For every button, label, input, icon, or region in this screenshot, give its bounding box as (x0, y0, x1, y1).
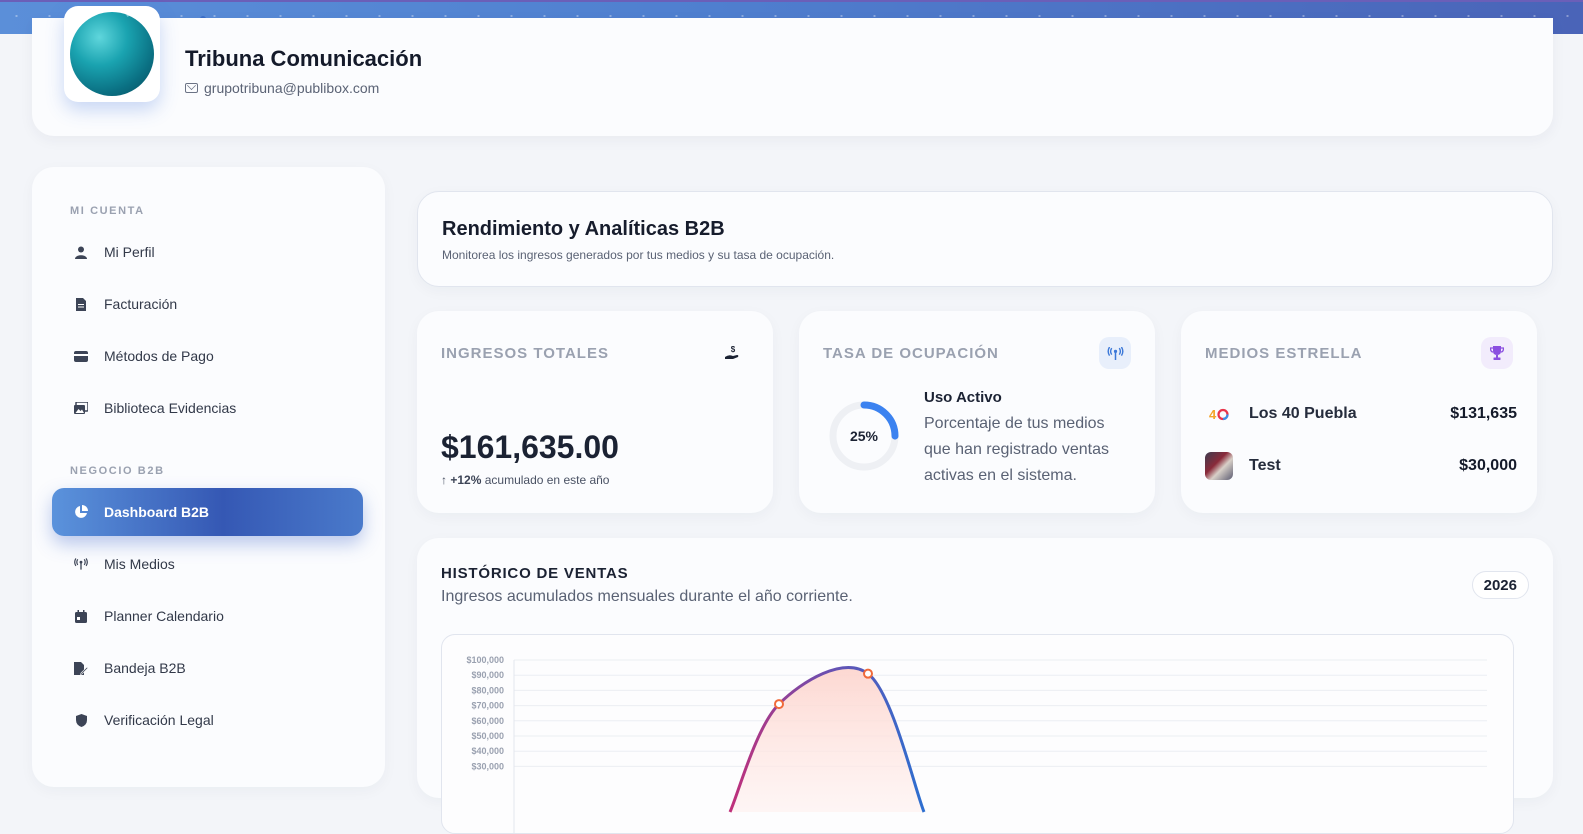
mail-icon (185, 83, 198, 93)
sales-history-card: HISTÓRICO DE VENTAS Ingresos acumulados … (417, 538, 1553, 834)
document-icon (74, 297, 88, 311)
sales-point (774, 699, 784, 710)
y-tick-label: $90,000 (471, 670, 504, 680)
star-media-card: MEDIOS ESTRELLA 4 Los 40 Puebla $131,635… (1181, 311, 1537, 513)
sales-title: HISTÓRICO DE VENTAS (441, 565, 629, 582)
hand-money-icon: $ (717, 337, 749, 369)
sidebar-item-bandeja[interactable]: Bandeja B2B (52, 644, 363, 692)
section-negocio-b2b: NEGOCIO B2B (70, 465, 165, 477)
brand-email: grupotribuna@publibox.com (185, 80, 379, 96)
sidebar-item-label: Dashboard B2B (104, 504, 210, 520)
y-tick-label: $80,000 (471, 685, 504, 695)
occupancy-title: TASA DE OCUPACIÓN (823, 345, 999, 362)
sidebar-item-dashboard-b2b[interactable]: Dashboard B2B (52, 488, 363, 536)
income-amount: $161,635.00 (441, 429, 619, 465)
sidebar-item-facturacion[interactable]: Facturación (52, 280, 363, 328)
sales-area-fill (730, 667, 924, 812)
arrow-up-icon: ↑ (441, 473, 447, 487)
sidebar-item-label: Facturación (104, 296, 178, 312)
broadcast-icon (1099, 337, 1131, 369)
sidebar-item-mi-perfil[interactable]: Mi Perfil (52, 228, 363, 276)
year-selector[interactable]: 2026 (1471, 571, 1529, 599)
credit-card-icon (74, 349, 88, 363)
income-card: INGRESOS TOTALES $ $161,635.00 ↑ +12% ac… (417, 311, 773, 513)
income-title: INGRESOS TOTALES (441, 345, 609, 362)
occupancy-description: Porcentaje de tus medios que han registr… (924, 415, 1110, 484)
sidebar-item-metodos-pago[interactable]: Métodos de Pago (52, 332, 363, 380)
sidebar-item-label: Planner Calendario (104, 608, 224, 624)
page-subtitle: Monitorea los ingresos generados por tus… (442, 248, 835, 262)
star-media-row[interactable]: Test $30,000 (1205, 448, 1517, 484)
banner-dots (0, 15, 1583, 17)
star-media-value: $131,635 (1450, 405, 1517, 422)
occupancy-subtitle: Uso Activo (924, 389, 1002, 406)
star-media-name: Los 40 Puebla (1249, 405, 1357, 422)
occupancy-card: TASA DE OCUPACIÓN 25% Uso Activo Porcent… (799, 311, 1155, 513)
email-text: grupotribuna@publibox.com (204, 80, 380, 96)
brand-name: Tribuna Comunicación (185, 46, 423, 71)
occupancy-donut: 25% (827, 399, 901, 473)
sidebar-item-label: Métodos de Pago (104, 348, 214, 364)
sidebar-item-label: Bandeja B2B (104, 660, 186, 676)
sidebar-item-label: Mis Medios (104, 556, 175, 572)
y-tick-label: $60,000 (471, 716, 504, 726)
svg-text:4: 4 (1209, 407, 1217, 421)
images-icon (74, 401, 88, 415)
los40-logo-icon: 4 (1205, 400, 1233, 428)
star-media-value: $30,000 (1459, 457, 1517, 474)
sales-chart: $100,000 $90,000 $80,000 $70,000 $60,000 $50,… (441, 634, 1514, 834)
sidebar-item-label: Mi Perfil (104, 244, 155, 260)
trophy-icon (1481, 337, 1513, 369)
test-media-thumbnail (1205, 452, 1233, 480)
star-media-name: Test (1249, 457, 1281, 474)
sidebar: MI CUENTA Mi Perfil Facturación Métodos … (32, 167, 385, 787)
y-tick-label: $30,000 (471, 761, 504, 771)
star-media-row[interactable]: 4 Los 40 Puebla $131,635 (1205, 396, 1517, 432)
y-tick-label: $70,000 (471, 701, 504, 711)
y-tick-label: $50,000 (471, 731, 504, 741)
page-title: Rendimiento y Analíticas B2B (442, 218, 725, 240)
income-growth: ↑ +12% acumulado en este año (441, 473, 609, 487)
calendar-icon (74, 609, 88, 623)
profile-card (32, 18, 1553, 136)
edit-document-icon (74, 661, 88, 675)
user-icon (74, 245, 88, 259)
sidebar-item-planner[interactable]: Planner Calendario (52, 592, 363, 640)
sidebar-item-label: Biblioteca Evidencias (104, 400, 237, 416)
growth-value: +12% (450, 473, 482, 487)
avatar[interactable] (64, 6, 160, 102)
sidebar-item-label: Verificación Legal (104, 712, 214, 728)
sidebar-item-mis-medios[interactable]: Mis Medios (52, 540, 363, 588)
y-tick-label: $40,000 (471, 746, 504, 756)
occupancy-percent: 25% (849, 428, 879, 444)
growth-text: acumulado en este año (484, 473, 610, 487)
analytics-header-card: Rendimiento y Analíticas B2B Monitorea l… (417, 191, 1553, 287)
section-mi-cuenta: MI CUENTA (70, 205, 145, 217)
brand-logo-icon (70, 12, 154, 96)
sidebar-item-verificacion[interactable]: Verificación Legal (52, 696, 363, 744)
shield-icon (74, 713, 88, 727)
sidebar-item-biblioteca[interactable]: Biblioteca Evidencias (52, 384, 363, 432)
broadcast-icon (74, 557, 88, 571)
sales-chart-svg: $100,000 $90,000 $80,000 $70,000 $60,000 $50,… (466, 655, 1487, 833)
svg-text:$: $ (731, 345, 736, 354)
y-tick-label: $100,000 (466, 655, 504, 665)
sales-subtitle: Ingresos acumulados mensuales durante el… (441, 588, 853, 605)
sales-point (863, 668, 873, 679)
pie-chart-icon (74, 505, 88, 519)
star-media-title: MEDIOS ESTRELLA (1205, 345, 1363, 362)
